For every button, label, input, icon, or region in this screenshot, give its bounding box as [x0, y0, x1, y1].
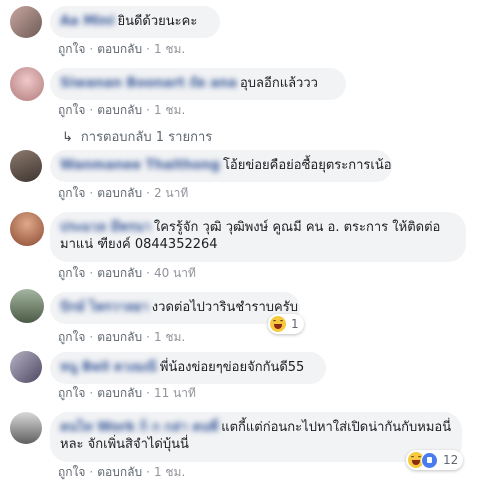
timestamp[interactable]: 1 ชม.: [154, 42, 185, 56]
like-link[interactable]: ถูกใจ: [58, 186, 85, 200]
comment-bubble: ปักษ์ ไพรวาลยา งวดต่อไปวารินชำราบครับ: [50, 292, 300, 324]
comment-actions: ถูกใจ · ตอบกลับ · 1 ชม.: [58, 42, 186, 56]
commenter-name[interactable]: Wanmanee Thaithong: [60, 158, 220, 173]
commenter-name[interactable]: ประมวล มีพรนา: [60, 220, 151, 235]
comment-actions: ถูกใจ · ตอบกลับ · 1 ชม.: [58, 103, 186, 117]
commenter-name[interactable]: Siwanan Boonart ถัด ana: [60, 76, 237, 91]
timestamp[interactable]: 2 นาที: [154, 186, 188, 200]
avatar[interactable]: [10, 212, 44, 246]
timestamp[interactable]: 1 ชม.: [154, 465, 185, 479]
avatar[interactable]: [10, 289, 44, 323]
like-reaction-icon: [421, 451, 438, 469]
view-replies-link[interactable]: ↳ การตอบกลับ 1 รายการ: [62, 126, 212, 147]
haha-reaction-icon: [270, 316, 286, 332]
reply-link[interactable]: ตอบกลับ: [97, 186, 142, 200]
avatar[interactable]: [10, 6, 42, 38]
reply-link[interactable]: ตอบกลับ: [97, 42, 142, 56]
like-link[interactable]: ถูกใจ: [58, 330, 85, 344]
comment-actions: ถูกใจ · ตอบกลับ · 40 นาที: [58, 266, 196, 280]
comment-text: พี่น้องข่อยๆข่อยจักกันดี55: [159, 360, 305, 375]
comment-text: งวดต่อไปวารินชำราบครับ: [151, 300, 298, 315]
avatar[interactable]: [10, 67, 44, 101]
comment-text: ยินดีด้วยนะคะ: [117, 14, 198, 29]
reply-link[interactable]: ตอบกลับ: [97, 103, 142, 117]
comment-bubble: Wanmanee Thaithong โอ้ยข่อยคือย่อซื้อยุตร…: [50, 150, 392, 182]
reply-link[interactable]: ตอบกลับ: [97, 386, 142, 400]
comment-actions: ถูกใจ · ตอบกลับ · 11 นาที: [58, 386, 196, 400]
avatar[interactable]: [10, 351, 42, 383]
reply-link[interactable]: ตอบกลับ: [97, 465, 142, 479]
comment-bubble: Siwanan Boonart ถัด ana อุบลอีกแล้ววว: [50, 68, 346, 100]
reply-arrow-icon: ↳: [62, 130, 73, 145]
reaction-summary[interactable]: 12: [406, 450, 464, 470]
commenter-name[interactable]: ปักษ์ ไพรวาลยา: [60, 300, 149, 315]
reaction-count: 12: [443, 453, 459, 467]
comment-actions: ถูกใจ · ตอบกลับ · 1 ชม.: [58, 330, 186, 344]
comment-actions: ถูกใจ · ตอบกลับ · 2 นาที: [58, 186, 189, 200]
commenter-name[interactable]: คนไท Work ก็ ก กล่า คนพี่: [60, 420, 218, 435]
timestamp[interactable]: 11 นาที: [154, 386, 196, 400]
comment-bubble: หนู Bell ดวงมณี พี่น้องข่อยๆข่อยจักกันดี5…: [50, 352, 326, 384]
like-link[interactable]: ถูกใจ: [58, 465, 85, 479]
like-link[interactable]: ถูกใจ: [58, 266, 85, 280]
timestamp[interactable]: 40 นาที: [154, 266, 196, 280]
avatar[interactable]: [10, 412, 42, 444]
reaction-count: 1: [291, 317, 299, 331]
like-link[interactable]: ถูกใจ: [58, 42, 85, 56]
comment-bubble: ประมวล มีพรนา ใครรู้จัก วุฒิ วุฒิพงษ์ คูณ…: [50, 212, 466, 262]
commenter-name[interactable]: Aa Mini: [60, 14, 114, 29]
comment-bubble: Aa Mini ยินดีด้วยนะคะ: [50, 6, 220, 38]
avatar[interactable]: [10, 150, 42, 182]
reply-link[interactable]: ตอบกลับ: [97, 330, 142, 344]
reply-link[interactable]: ตอบกลับ: [97, 266, 142, 280]
reaction-summary[interactable]: 1: [268, 314, 304, 334]
comment-actions: ถูกใจ · ตอบกลับ · 1 ชม.: [58, 465, 186, 479]
timestamp[interactable]: 1 ชม.: [154, 330, 185, 344]
comment-text: โอ้ยข่อยคือย่อซื้อยุตระการเน้อ: [222, 158, 392, 173]
like-link[interactable]: ถูกใจ: [58, 386, 85, 400]
comment-bubble: คนไท Work ก็ ก กล่า คนพี่ แตกี้แต่ก่อนกะไ…: [50, 412, 462, 462]
comment-text: อุบลอีกแล้ววว: [240, 76, 318, 91]
timestamp[interactable]: 1 ชม.: [154, 103, 185, 117]
like-link[interactable]: ถูกใจ: [58, 103, 85, 117]
commenter-name[interactable]: หนู Bell ดวงมณี: [60, 360, 157, 375]
